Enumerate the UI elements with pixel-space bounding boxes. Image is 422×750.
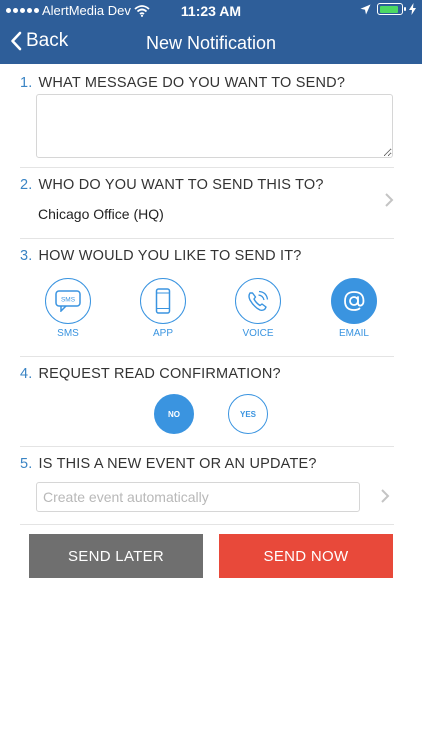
question-message: 1. WHAT MESSAGE DO YOU WANT TO SEND? (20, 75, 394, 91)
question-number: 4. (20, 366, 33, 382)
question-title: REQUEST READ CONFIRMATION? (38, 366, 281, 382)
divider (20, 167, 394, 168)
divider (20, 446, 394, 447)
method-circle (235, 278, 281, 324)
question-event-type: 5. IS THIS A NEW EVENT OR AN UPDATE? (20, 456, 394, 472)
method-circle (140, 278, 186, 324)
phone-icon (155, 288, 171, 314)
send-later-button[interactable]: SEND LATER (29, 534, 203, 578)
divider (20, 356, 394, 357)
send-now-button[interactable]: SEND NOW (219, 534, 393, 578)
method-circle (331, 278, 377, 324)
question-title: WHAT MESSAGE DO YOU WANT TO SEND? (38, 75, 346, 91)
nav-bar: Back New Notification (0, 24, 422, 62)
question-read-confirmation: 4. REQUEST READ CONFIRMATION? (20, 366, 394, 382)
battery-icon (377, 3, 406, 15)
question-number: 1. (20, 75, 33, 91)
question-number: 3. (20, 248, 33, 264)
event-input[interactable] (36, 482, 360, 512)
question-number: 2. (20, 177, 33, 193)
question-recipients: 2. WHO DO YOU WANT TO SEND THIS TO? (20, 177, 394, 193)
divider (20, 524, 394, 525)
status-indicators (360, 3, 416, 15)
question-title: WHO DO YOU WANT TO SEND THIS TO? (38, 177, 324, 193)
message-input[interactable] (36, 94, 393, 158)
charging-bolt-icon (409, 3, 416, 15)
method-email-button[interactable]: EMAIL (330, 278, 378, 339)
page-title: New Notification (145, 33, 277, 53)
method-label: APP (152, 328, 173, 339)
location-arrow-icon (360, 4, 371, 14)
battery-level (379, 5, 399, 13)
header: AlertMedia Dev 11:23 AM Back New Notific… (0, 0, 422, 64)
chevron-right-icon[interactable] (384, 192, 394, 213)
divider (20, 238, 394, 239)
method-voice-button[interactable]: VOICE (234, 278, 282, 339)
method-circle: SMS (45, 278, 91, 324)
status-time: 11:23 AM (180, 3, 242, 19)
method-app-button[interactable]: APP (139, 278, 187, 339)
question-delivery-method: 3. HOW WOULD YOU LIKE TO SEND IT? (20, 248, 394, 264)
confirmation-no-button[interactable]: NO (154, 394, 194, 434)
method-label: EMAIL (338, 328, 369, 339)
method-sms-button[interactable]: SMS SMS (44, 278, 92, 339)
confirmation-yes-button[interactable]: YES (228, 394, 268, 434)
status-bar: AlertMedia Dev 11:23 AM (0, 0, 422, 22)
recipient-value[interactable]: Chicago Office (HQ) (38, 206, 164, 222)
method-label: SMS (57, 328, 79, 339)
sms-icon-text: SMS (61, 297, 76, 304)
question-title: IS THIS A NEW EVENT OR AN UPDATE? (38, 456, 317, 472)
at-sign-icon (344, 291, 365, 311)
sms-icon: SMS (55, 290, 81, 312)
chevron-right-icon[interactable] (380, 488, 390, 509)
question-number: 5. (20, 456, 33, 472)
method-label: VOICE (242, 328, 274, 339)
voice-call-icon (248, 290, 269, 312)
question-title: HOW WOULD YOU LIKE TO SEND IT? (38, 248, 302, 264)
